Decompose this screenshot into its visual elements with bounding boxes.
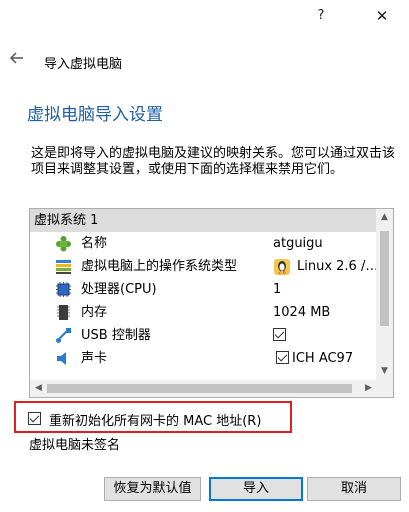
- appliance-settings-tree[interactable]: 虚拟系统 1 名称 atguigu 虚拟电脑上的操作系统类型 2.6 Linux…: [29, 208, 394, 398]
- page-description: 这是即将导入的虚拟电脑及建议的映射关系。您可以通过双击该项目来调整其设置，或使用…: [31, 146, 396, 177]
- tree-row-value[interactable]: atguigu: [273, 232, 323, 255]
- vertical-scrollbar[interactable]: ▲ ▼: [376, 209, 393, 380]
- title-bar: ? ✕: [0, 0, 409, 32]
- close-button[interactable]: ✕: [367, 4, 397, 28]
- tree-row-label: USB 控制器: [81, 328, 151, 343]
- tree-row-name[interactable]: 名称 atguigu: [30, 232, 377, 255]
- wizard-header: 导入虚拟电脑: [0, 46, 409, 76]
- puzzle-icon: [56, 236, 71, 252]
- linux-os-icon: 2.6: [274, 259, 290, 276]
- tree-row-label: 声卡: [81, 351, 108, 366]
- tree-row-os-type[interactable]: 虚拟电脑上的操作系统类型 2.6 Linux 2.6 /…: [30, 255, 378, 278]
- back-arrow-icon[interactable]: [8, 49, 26, 67]
- tree-row-label: 处理器(CPU): [81, 282, 157, 297]
- tree-row-cpu[interactable]: 处理器(CPU) 1: [30, 278, 377, 301]
- usb-enabled-checkbox[interactable]: [273, 328, 286, 341]
- tree-row-memory[interactable]: 内存 1024 MB: [30, 301, 377, 324]
- horizontal-scroll-thumb[interactable]: [47, 384, 352, 393]
- os-type-icon: [56, 260, 71, 274]
- restore-defaults-button[interactable]: 恢复为默认值: [104, 477, 201, 501]
- tree-row-label: 虚拟电脑上的操作系统类型: [81, 259, 238, 274]
- scrollbar-corner: [376, 380, 393, 397]
- import-button[interactable]: 导入: [209, 477, 303, 501]
- help-button[interactable]: ?: [306, 4, 336, 28]
- svg-text:2.6: 2.6: [278, 270, 286, 276]
- sound-enabled-checkbox[interactable]: [276, 351, 289, 364]
- scroll-down-icon[interactable]: ▼: [376, 363, 393, 380]
- reinit-mac-highlight: 重新初始化所有网卡的 MAC 地址(R): [14, 401, 292, 433]
- horizontal-scrollbar[interactable]: ◀ ▶: [30, 380, 377, 397]
- tree-row-label: 内存: [81, 305, 108, 320]
- tree-row-value[interactable]: ICH AC97: [292, 347, 353, 370]
- tree-row-value[interactable]: 1: [273, 278, 281, 301]
- scroll-up-icon[interactable]: ▲: [376, 209, 393, 226]
- vertical-scroll-thumb[interactable]: [380, 231, 389, 326]
- tree-row-label: 名称: [81, 236, 108, 251]
- reinit-mac-checkbox[interactable]: [28, 412, 41, 425]
- tree-row-value[interactable]: 1024 MB: [273, 301, 330, 324]
- tree-row-usb[interactable]: USB 控制器: [30, 324, 377, 347]
- tree-header-virtual-system[interactable]: 虚拟系统 1: [30, 209, 377, 232]
- cancel-button[interactable]: 取消: [307, 477, 401, 501]
- scroll-right-icon[interactable]: ▶: [360, 380, 377, 397]
- sound-icon: [57, 352, 66, 365]
- page-title: 虚拟电脑导入设置: [27, 105, 163, 125]
- unsigned-status: 虚拟电脑未签名: [29, 438, 121, 453]
- cpu-icon: [56, 282, 71, 297]
- memory-icon: [57, 305, 70, 320]
- scroll-left-icon[interactable]: ◀: [30, 380, 47, 397]
- wizard-title: 导入虚拟电脑: [44, 57, 123, 72]
- tree-row-sound[interactable]: 声卡 ICH AC97: [30, 347, 377, 370]
- usb-icon: [56, 328, 71, 343]
- reinit-mac-label[interactable]: 重新初始化所有网卡的 MAC 地址(R): [49, 410, 261, 429]
- tree-row-value[interactable]: Linux 2.6 /…: [297, 255, 378, 278]
